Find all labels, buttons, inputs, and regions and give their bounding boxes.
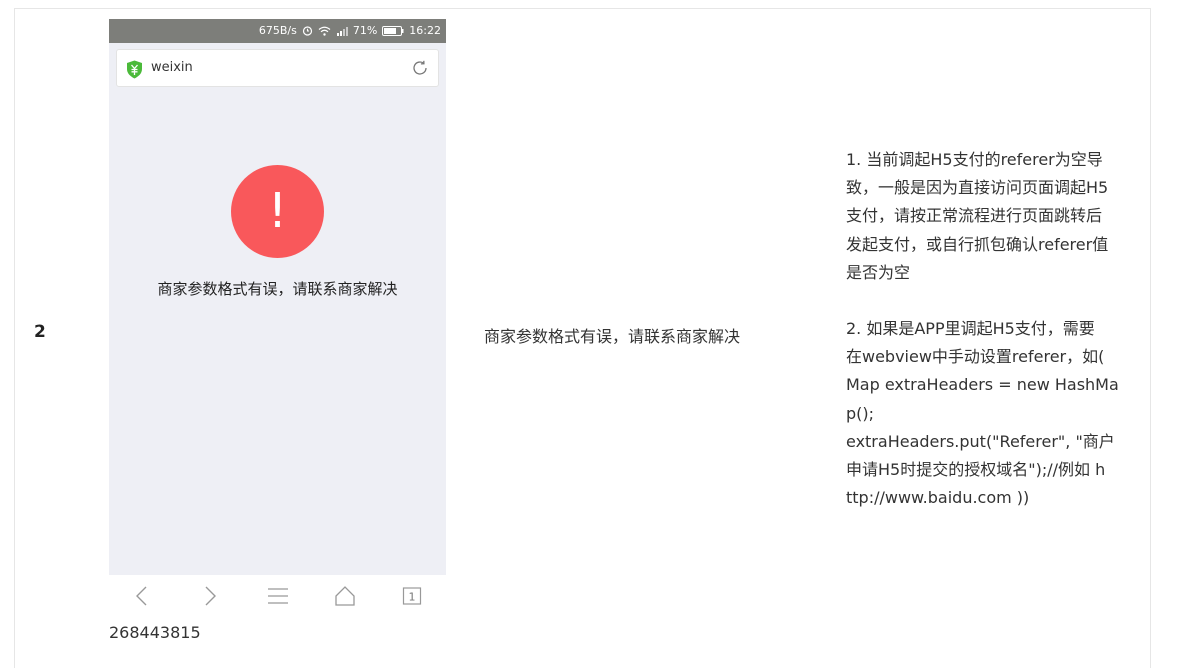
menu-icon[interactable]: [267, 585, 289, 607]
address-text: weixin: [151, 60, 193, 75]
battery-icon: [382, 25, 404, 36]
solution-line: 申请H5时提交的授权域名");//例如 h: [846, 460, 1106, 480]
signal-icon: [336, 26, 348, 36]
phone-screenshot: 675B/s 71% 16:22 weixin ! 商家参数格式有误，请联系商家…: [109, 19, 446, 575]
shield-icon: [127, 60, 142, 79]
solution-line: 支付，请按正常流程进行页面跳转后: [846, 206, 1103, 226]
solution-line: 发起支付，或自行抓包确认referer值: [846, 234, 1109, 254]
home-icon[interactable]: [334, 585, 356, 607]
clock: 16:22: [409, 24, 441, 37]
error-icon: !: [231, 165, 324, 258]
back-icon[interactable]: [133, 585, 151, 607]
status-bar: 675B/s 71% 16:22: [109, 19, 446, 43]
alarm-icon: [302, 26, 312, 36]
wifi-icon: [318, 26, 331, 36]
solution-line: 1. 当前调起H5支付的referer为空导: [846, 150, 1103, 169]
image-caption: 268443815: [109, 623, 201, 642]
solution-text: 1. 当前调起H5支付的referer为空导 致，一般是因为直接访问页面调起H5…: [846, 146, 1138, 512]
solution-line: 是否为空: [846, 262, 911, 282]
solution-line: 2. 如果是APP里调起H5支付，需要: [846, 319, 1095, 339]
address-bar[interactable]: weixin: [116, 49, 439, 87]
forward-icon[interactable]: [201, 585, 219, 607]
error-description: 商家参数格式有误，请联系商家解决: [484, 327, 741, 346]
row-number: 2: [34, 322, 46, 342]
solution-line: Map extraHeaders = new HashMa: [846, 375, 1119, 395]
solution-line: p();: [846, 403, 875, 423]
solution-line: ttp://www.baidu.com )): [846, 488, 1030, 508]
battery-percent: 71%: [352, 24, 378, 37]
network-speed: 675B/s: [258, 24, 297, 37]
tab-count: 1: [409, 591, 416, 604]
solution-line: 致，一般是因为直接访问页面调起H5: [846, 178, 1109, 198]
error-message: 商家参数格式有误，请联系商家解决: [157, 280, 398, 298]
tabs-icon[interactable]: 1: [402, 585, 422, 607]
solution-line: extraHeaders.put("Referer", "商户: [846, 431, 1115, 451]
reload-icon[interactable]: [411, 59, 429, 77]
browser-nav-bar: 1: [109, 575, 446, 619]
solution-line: 在webview中手动设置referer，如(: [846, 347, 1105, 367]
